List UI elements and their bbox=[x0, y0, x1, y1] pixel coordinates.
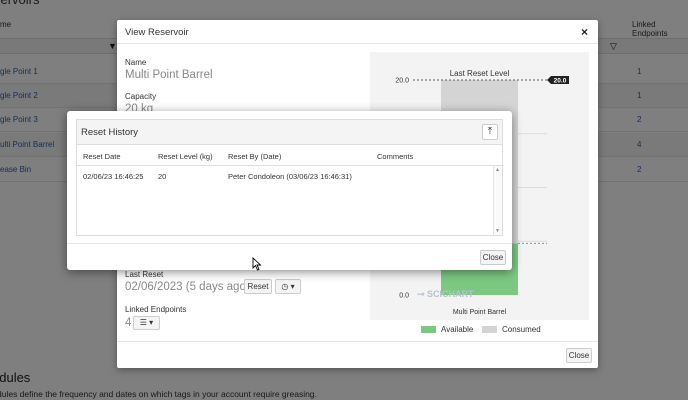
history-title: Reset History bbox=[81, 127, 139, 138]
cell-reset-by: Peter Condoleon (03/06/23 16:46:31) bbox=[228, 172, 352, 181]
table-header-divider bbox=[77, 165, 504, 166]
reference-line-label: Last Reset Level bbox=[450, 69, 510, 78]
modal-footer-divider bbox=[117, 341, 598, 342]
legend-swatch-available bbox=[421, 326, 436, 334]
name-label: Name bbox=[125, 58, 147, 67]
reset-button[interactable]: Reset bbox=[244, 279, 272, 294]
history-table: Reset Date Reset Level (kg) Reset By (Da… bbox=[76, 145, 504, 236]
reset-history-modal: Reset History ⤒ Reset Date Reset Level (… bbox=[67, 111, 512, 270]
legend-item-consumed: Consumed bbox=[482, 325, 541, 334]
clock-icon: ◷ ▾ bbox=[281, 282, 295, 291]
table-scrollbar[interactable]: ▲ ▼ bbox=[493, 166, 502, 235]
history-header: Reset History ⤒ bbox=[76, 119, 503, 145]
history-dropdown-button[interactable]: ◷ ▾ bbox=[275, 279, 301, 294]
export-icon[interactable]: ⤒ bbox=[482, 124, 498, 140]
last-reset-value: 02/06/2023 (5 days ago) bbox=[125, 281, 250, 293]
mouse-cursor-icon bbox=[252, 257, 262, 271]
last-reset-label: Last Reset bbox=[125, 270, 164, 279]
cell-reset-date: 02/06/23 16:46:25 bbox=[83, 172, 144, 181]
y-tick-label: 20.0 bbox=[395, 78, 409, 85]
history-footer-divider bbox=[67, 243, 512, 244]
reference-tag-label: 20.0 bbox=[554, 78, 567, 85]
name-value: Multi Point Barrel bbox=[125, 69, 213, 81]
x-tick-label: Multi Point Barrel bbox=[453, 309, 507, 316]
column-header-comments: Comments bbox=[377, 152, 414, 161]
y-tick-label: 0.0 bbox=[399, 293, 409, 300]
column-header-reset-by: Reset By (Date) bbox=[228, 152, 282, 161]
legend-label-available: Available bbox=[441, 325, 474, 334]
legend-item-available: Available bbox=[421, 325, 473, 334]
modal-header: View Reservoir × bbox=[117, 20, 598, 44]
linked-endpoints-label: Linked Endpoints bbox=[125, 305, 187, 314]
capacity-label: Capacity bbox=[125, 92, 157, 101]
legend-swatch-consumed bbox=[482, 326, 497, 334]
linked-endpoints-value: 4 bbox=[125, 317, 132, 329]
history-close-button[interactable]: Close bbox=[480, 250, 506, 265]
close-icon[interactable]: × bbox=[581, 25, 588, 39]
modal-title: View Reservoir bbox=[125, 27, 189, 38]
scichart-watermark: ⊸ SCICHART bbox=[417, 289, 474, 299]
scroll-down-icon[interactable]: ▼ bbox=[495, 228, 500, 234]
cell-reset-level: 20 bbox=[158, 172, 167, 181]
close-button[interactable]: Close bbox=[566, 348, 592, 363]
list-icon: ☰ ▾ bbox=[139, 318, 154, 327]
endpoints-list-button[interactable]: ☰ ▾ bbox=[133, 316, 160, 330]
legend-label-consumed: Consumed bbox=[502, 325, 541, 334]
column-header-reset-date: Reset Date bbox=[83, 152, 121, 161]
column-header-reset-level: Reset Level (kg) bbox=[158, 152, 213, 161]
scroll-up-icon[interactable]: ▲ bbox=[495, 167, 500, 173]
